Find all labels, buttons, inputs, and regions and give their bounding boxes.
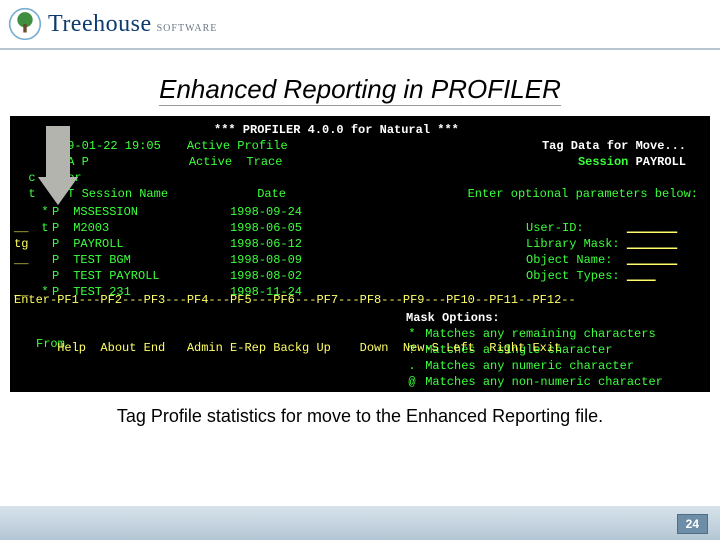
col-date: Date xyxy=(232,186,312,202)
table-row[interactable]: *P MSSESSION1998-09-24 xyxy=(14,204,706,220)
fkeys-line1[interactable]: Enter-PF1---PF2---PF3---PF4---PF5---PF6-… xyxy=(14,292,706,308)
active-profile-label: Active Profile xyxy=(187,138,288,154)
session-value: PAYROLL xyxy=(636,154,686,170)
table-row[interactable]: __tP M20031998-06-05User-ID: _______ xyxy=(14,220,706,236)
brand-main: Treehouse xyxy=(48,11,152,38)
right-prompt: Enter optional parameters below: xyxy=(468,186,698,202)
brand-sub: SOFTWARE xyxy=(154,23,218,36)
table-row[interactable]: tg P PAYROLL1998-06-12Library Mask: ____… xyxy=(14,236,706,252)
function-keys[interactable]: Enter-PF1---PF2---PF3---PF4---PF5---PF6-… xyxy=(14,252,706,388)
session-label: Session xyxy=(578,154,628,170)
brand-header: Treehouse SOFTWARE xyxy=(0,0,720,50)
slide-title: Enhanced Reporting in PROFILER xyxy=(159,74,561,106)
page-number: 24 xyxy=(677,514,708,534)
screen-title: Tag Data for Move... xyxy=(542,138,686,154)
slide-caption: Tag Profile statistics for move to the E… xyxy=(0,406,720,427)
callout-arrow-icon xyxy=(38,126,78,208)
footer-bar: 24 xyxy=(0,506,720,540)
active-trace-label: Active Trace xyxy=(189,154,283,170)
tree-logo-icon xyxy=(8,7,42,41)
app-banner: *** PROFILER 4.0.0 for Natural *** xyxy=(214,122,459,138)
col-session-name: Session Name xyxy=(82,186,232,202)
fkeys-line2[interactable]: Help About End Admin E-Rep Backg Up Down… xyxy=(14,340,706,356)
terminal-screen: *** PROFILER 4.0.0 for Natural *** 99-01… xyxy=(10,116,710,392)
